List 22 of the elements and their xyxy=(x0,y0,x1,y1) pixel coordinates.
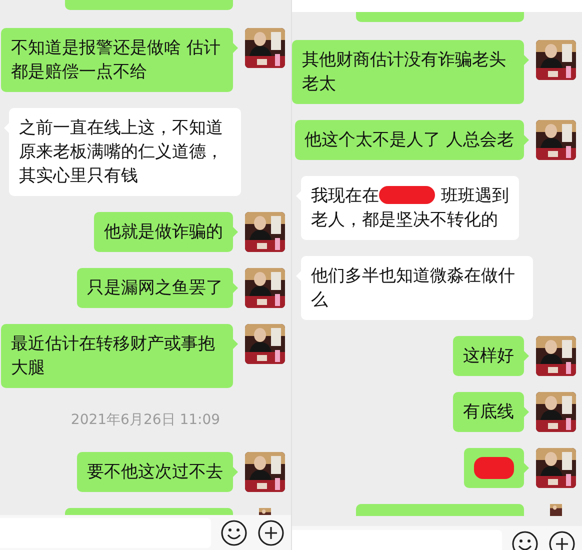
message-text: 只是漏网之鱼罢了 xyxy=(87,278,223,298)
redaction-scribble xyxy=(379,186,435,204)
message-text: 有底线 xyxy=(463,402,514,422)
message-text: 其他财商估计没有诈骗老头老太 xyxy=(302,50,506,94)
message-text: 最近估计在转移财产或事抱大腿 xyxy=(11,334,215,378)
message-text: 这样好 xyxy=(463,346,514,366)
message-input[interactable] xyxy=(292,530,502,550)
plus-icon[interactable] xyxy=(548,530,576,550)
redaction-scribble xyxy=(474,457,514,480)
message-text: 之前一直在线上这，不知道原来老板满嘴的仁义道德，其实心里只有钱 xyxy=(19,118,223,186)
message-text: 他就是做诈骗的 xyxy=(104,222,223,242)
emoji-icon[interactable] xyxy=(220,518,248,546)
message-text: 不知道是报警还是做啥 估计都是赔偿一点不给 xyxy=(11,38,220,82)
message-text: 他这个太不是人了 人总会老 xyxy=(304,130,514,150)
timestamp: 2021年6月26日 11:09 xyxy=(70,411,222,429)
message-text: 他们多半也知道微淼在做什么 xyxy=(311,266,515,310)
message-text: 老人，都是坚决不转化的 xyxy=(311,209,498,232)
emoji-icon[interactable] xyxy=(511,530,539,550)
plus-icon[interactable] xyxy=(257,518,285,546)
message-text: 班班遇到 xyxy=(441,186,509,206)
message-text: 要不他这次过不去 xyxy=(87,462,223,482)
message-text: 我现在在 xyxy=(311,186,379,206)
